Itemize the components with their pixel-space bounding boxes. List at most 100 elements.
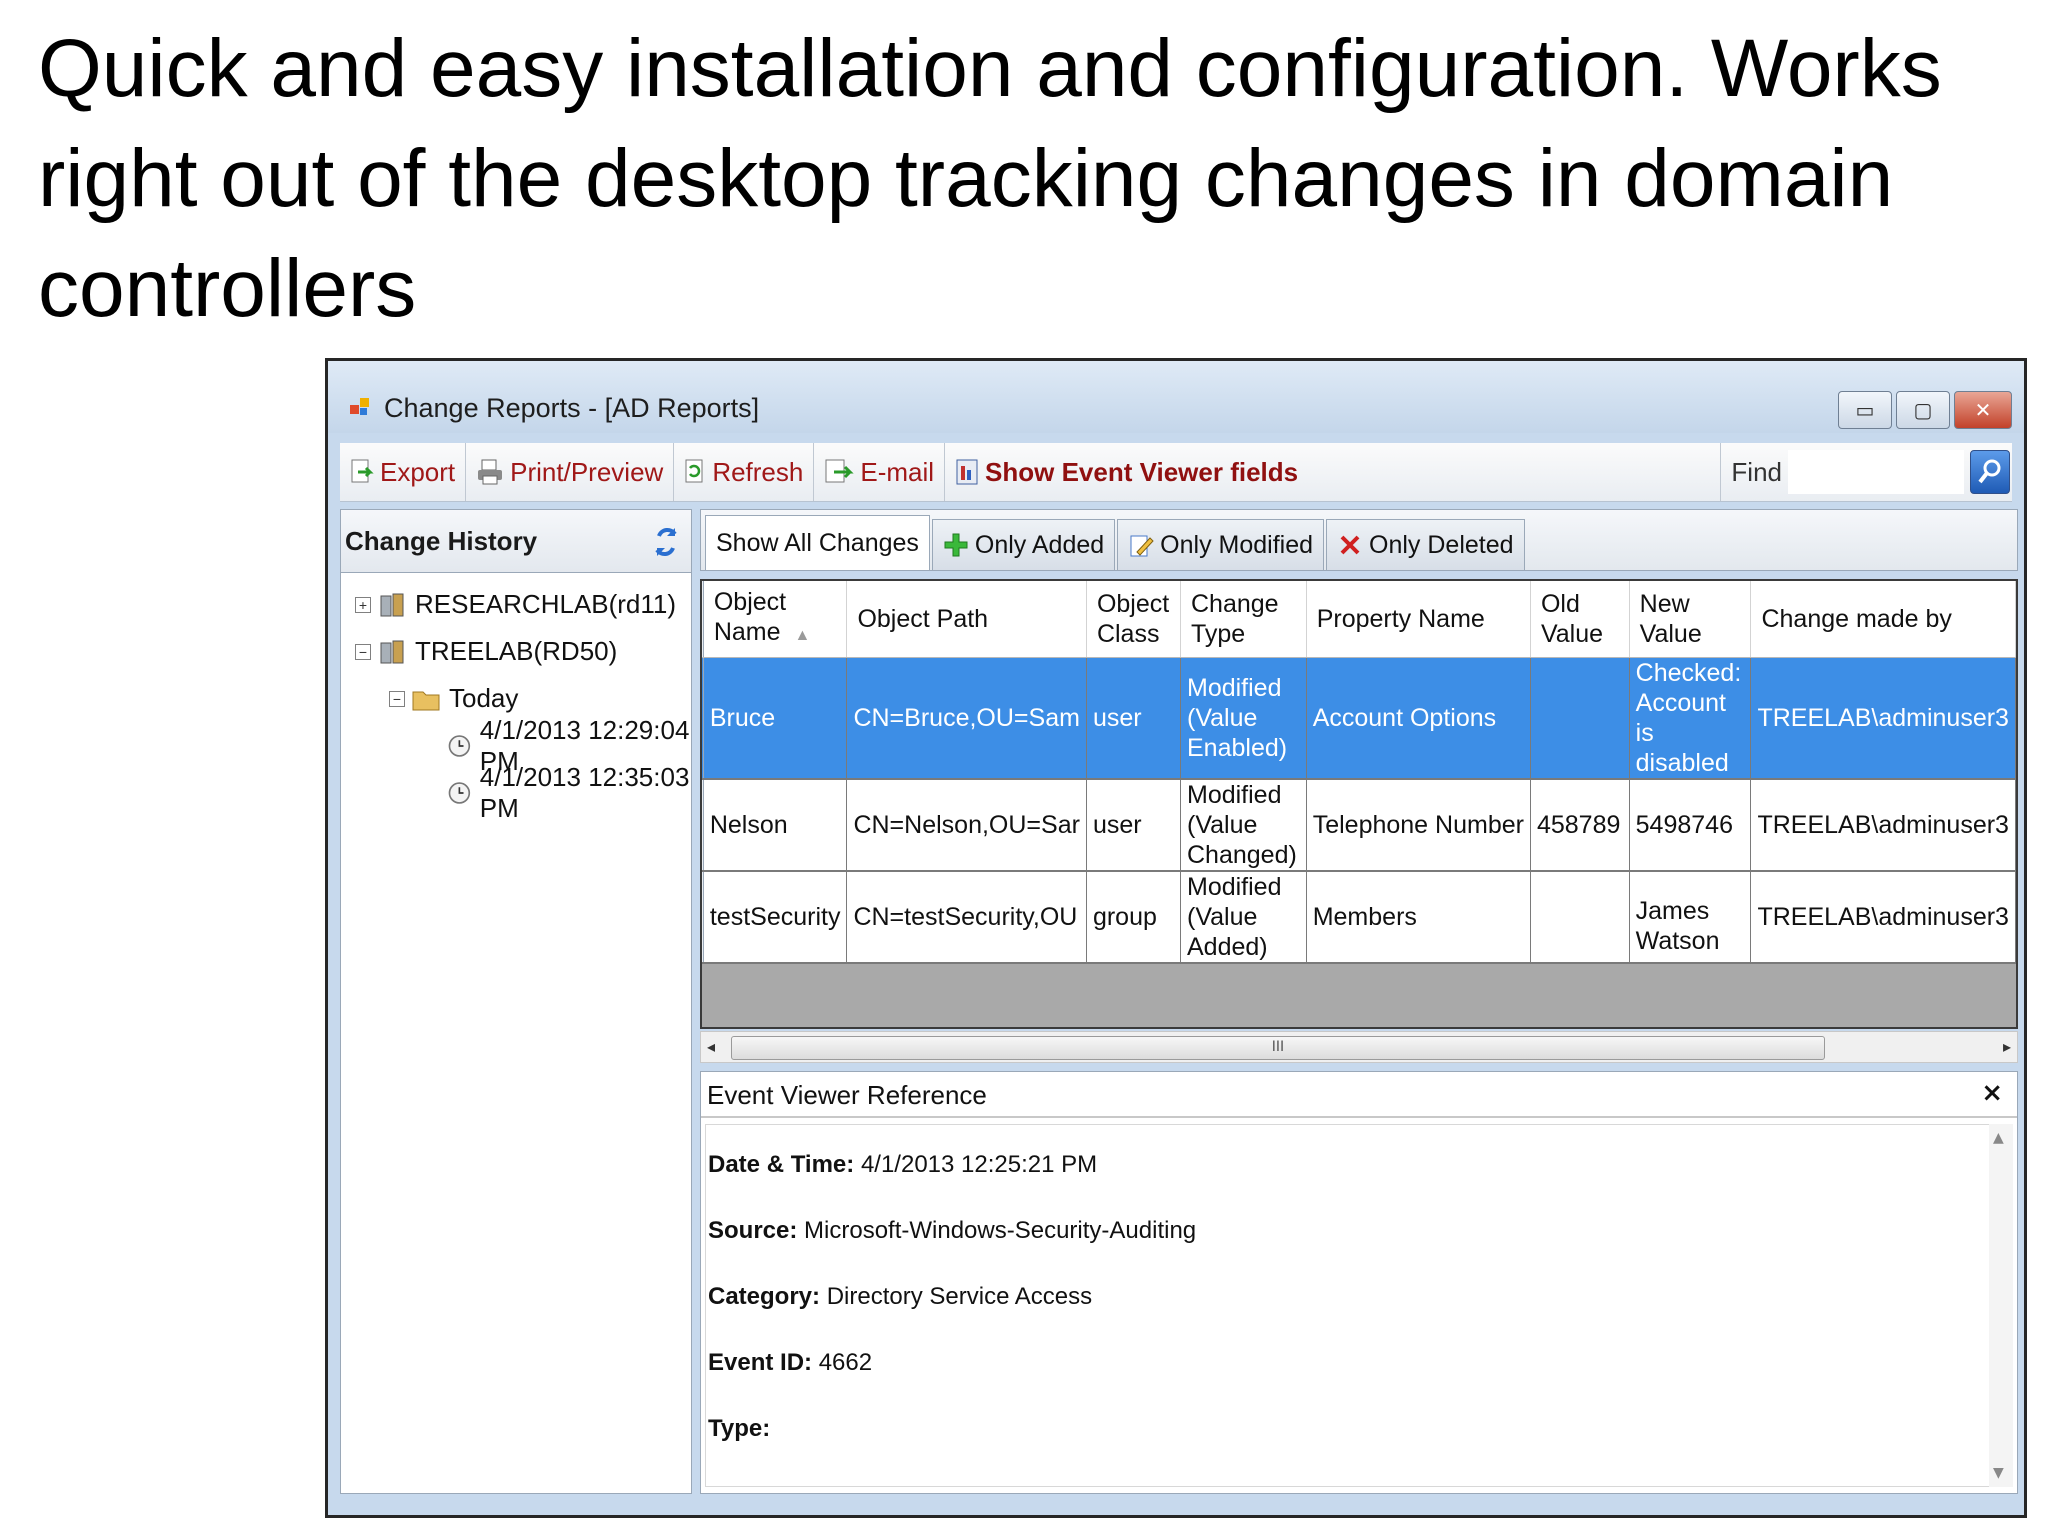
table-row[interactable]: Nelson CN=Nelson,OU=Sar user Modified (V… [702,779,2016,872]
folder-icon [412,691,440,710]
scroll-right-icon[interactable]: ▸ [2003,1037,2011,1056]
window-controls: ▭ ▢ ✕ [1838,391,2012,429]
cell-object-name[interactable]: testSecurity [703,871,848,964]
cell-object-class[interactable]: user [1086,657,1182,780]
tree-node-label: 4/1/2013 12:35:03 PM [479,761,690,823]
event-field-event-id: Event ID: 4662 [708,1349,873,1376]
vertical-scrollbar[interactable]: ▲ ▼ [1989,1124,2013,1487]
close-window-button[interactable]: ✕ [1954,391,2012,429]
column-header-new-value[interactable]: New Value [1629,581,1752,658]
tab-label: Show All Changes [716,528,919,557]
cell-new-value[interactable]: Checked: Account is disabled [1629,657,1752,780]
server-icon [380,593,404,616]
delete-icon [1340,535,1360,555]
tab-only-added[interactable]: Only Added [931,519,1116,570]
scrollbar-thumb[interactable]: III [731,1036,1825,1060]
cell-object-name[interactable]: Bruce [703,657,848,780]
cell-change-made-by[interactable]: TREELAB\adminuser3 [1750,871,2016,964]
refresh-button[interactable]: Refresh [674,443,815,501]
scroll-up-icon[interactable]: ▲ [1993,1130,2004,1146]
event-viewer-reference-panel: Event Viewer Reference × Date & Time: 4/… [700,1071,2018,1494]
tree-node-time-2[interactable]: 4/1/2013 12:35:03 PM [341,762,691,823]
cell-new-value[interactable]: James Watson [1629,871,1752,964]
horizontal-scrollbar[interactable]: ◂ III ▸ [700,1031,2018,1063]
show-event-viewer-fields-button[interactable]: Show Event Viewer fields [945,443,1308,501]
column-header-object-name[interactable]: Object Name ▲ [703,581,848,658]
show-event-viewer-fields-label: Show Event Viewer fields [985,456,1299,487]
minimize-button[interactable]: ▭ [1838,391,1892,429]
cell-change-type[interactable]: Modified (Value Enabled) [1180,657,1307,780]
column-header-object-class[interactable]: Object Class [1086,581,1182,658]
cell-old-value[interactable] [1530,657,1630,780]
event-viewer-title: Event Viewer Reference [707,1080,987,1110]
cell-change-type[interactable]: Modified (Value Added) [1180,871,1307,964]
column-header-object-path[interactable]: Object Path [846,581,1087,658]
modify-icon [1130,535,1154,557]
event-field-date-time: Date & Time: 4/1/2013 12:25:21 PM [708,1151,1098,1178]
cell-new-value[interactable]: 5498746 [1629,779,1752,872]
column-header-change-made-by[interactable]: Change made by [1750,581,2016,658]
table-row[interactable]: testSecurity CN=testSecurity,OU group Mo… [702,871,2016,964]
change-history-panel: Change History + RESEARCHLAB(rd11) − TRE… [340,509,692,1494]
print-preview-label: Print/Preview [510,456,664,487]
cell-old-value[interactable]: 458789 [1530,779,1630,872]
column-header-old-value[interactable]: Old Value [1530,581,1630,658]
cell-object-path[interactable]: CN=Nelson,OU=Sar [846,779,1087,872]
changes-grid: Object Name ▲ Object Path Object Class Ch… [700,579,2018,1029]
tab-show-all-changes[interactable]: Show All Changes [705,515,930,570]
email-button[interactable]: E-mail [814,443,946,501]
cell-change-made-by[interactable]: TREELAB\adminuser3 [1750,779,2016,872]
clock-icon [448,734,471,757]
cell-object-path[interactable]: CN=Bruce,OU=Sam [846,657,1087,780]
tree-node-label: Today [449,683,519,713]
slide-heading: Quick and easy installation and configur… [38,23,1942,334]
tab-only-modified[interactable]: Only Modified [1117,519,1325,570]
export-button[interactable]: Export [340,443,467,501]
tree-node-treelab[interactable]: − TREELAB(RD50) [341,628,691,675]
column-header-property-name[interactable]: Property Name [1306,581,1531,658]
cell-old-value[interactable] [1530,871,1630,964]
tree-node-researchlab[interactable]: + RESEARCHLAB(rd11) [341,581,691,628]
cell-property-name[interactable]: Account Options [1306,657,1531,780]
table-header-row: Object Name ▲ Object Path Object Class Ch… [702,581,2016,658]
print-preview-button[interactable]: Print/Preview [466,443,675,501]
cell-object-path[interactable]: CN=testSecurity,OU [846,871,1087,964]
window-title: Change Reports - [AD Reports] [384,393,760,423]
refresh-history-icon[interactable] [651,522,681,562]
close-icon[interactable]: × [1981,1078,2003,1108]
refresh-label: Refresh [712,456,804,487]
event-field-type: Type: [708,1415,771,1442]
cell-property-name[interactable]: Telephone Number [1306,779,1531,872]
email-label: E-mail [860,456,935,487]
tree-node-label: RESEARCHLAB(rd11) [415,589,677,619]
tree-expander[interactable]: − [389,690,405,707]
tree-expander[interactable]: − [355,643,371,660]
tab-label: Only Added [974,530,1105,559]
cell-object-class[interactable]: user [1086,779,1182,872]
toolbar: Export Print/Preview Refresh E-mail Show… [340,443,2012,502]
tab-only-deleted[interactable]: Only Deleted [1326,519,1525,570]
cell-object-name[interactable]: Nelson [703,779,848,872]
print-icon [478,459,503,485]
find-button[interactable] [1970,450,2010,494]
maximize-button[interactable]: ▢ [1896,391,1950,429]
tab-label: Only Deleted [1369,530,1514,559]
find-label: Find [1720,443,1782,501]
cell-change-made-by[interactable]: TREELAB\adminuser3 [1750,657,2016,780]
cell-change-type[interactable]: Modified (Value Changed) [1180,779,1307,872]
clock-icon [448,781,471,804]
scroll-down-icon[interactable]: ▼ [1993,1465,2004,1481]
email-icon [825,459,854,483]
scroll-left-icon[interactable]: ◂ [707,1037,715,1056]
event-viewer-header: Event Viewer Reference × [701,1072,2017,1118]
change-reports-window: Change Reports - [AD Reports] ▭ ▢ ✕ Expo… [325,358,2027,1518]
change-history-header: Change History [341,510,691,573]
tree-expander[interactable]: + [355,596,371,613]
column-header-change-type[interactable]: Change Type [1180,581,1307,658]
changes-table: Object Name ▲ Object Path Object Class Ch… [702,581,2016,964]
find-input[interactable] [1788,450,1964,494]
title-bar: Change Reports - [AD Reports] ▭ ▢ ✕ [328,361,2024,433]
cell-property-name[interactable]: Members [1306,871,1531,964]
table-row[interactable]: Bruce CN=Bruce,OU=Sam user Modified (Val… [702,657,2016,780]
cell-object-class[interactable]: group [1086,871,1182,964]
